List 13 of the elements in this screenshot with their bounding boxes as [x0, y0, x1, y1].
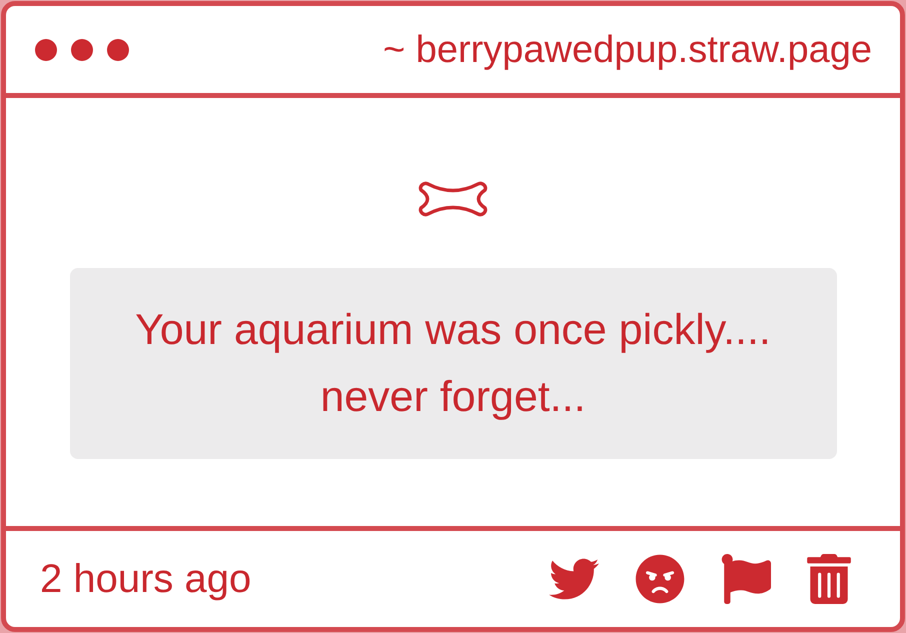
react-button[interactable]	[635, 554, 685, 604]
delete-button[interactable]	[807, 554, 851, 604]
message-text: Your aquarium was once pickly.... never forget...	[134, 304, 772, 422]
report-button[interactable]	[721, 554, 771, 604]
bone-icon	[418, 181, 488, 217]
angry-face-icon	[635, 554, 685, 604]
dot-icon	[71, 38, 93, 60]
dot-icon	[107, 38, 129, 60]
dot-icon	[35, 38, 57, 60]
trash-icon	[807, 554, 851, 604]
post-time: 2 hours ago	[40, 559, 252, 599]
flag-icon	[721, 554, 771, 604]
page-address: ~ berrypawedpup.straw.page	[382, 30, 872, 68]
